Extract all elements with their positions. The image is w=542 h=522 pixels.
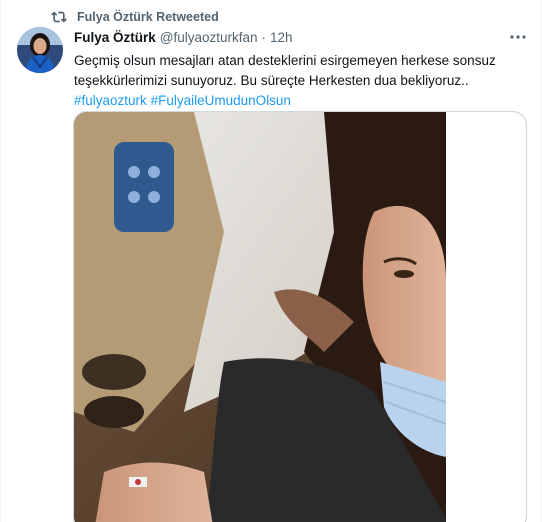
author-name[interactable]: Fulya Öztürk <box>74 30 156 45</box>
hashtag-link[interactable]: #FulyaileUmudunOlsun <box>151 93 291 108</box>
retweet-indicator: Fulya Öztürk Retweeted <box>51 9 219 25</box>
hashtag-list: #fulyaozturk #FulyaileUmudunOlsun <box>74 91 524 111</box>
retweet-icon <box>51 9 67 25</box>
tweet-header: Fulya Öztürk @fulyaozturkfan · 12h <box>74 27 293 47</box>
retweet-label[interactable]: Fulya Öztürk Retweeted <box>77 10 219 24</box>
tweet-card[interactable]: Fulya Öztürk Retweeted Fulya Öztürk @ful… <box>0 0 542 522</box>
tweet-text: Geçmiş olsun mesajları atan desteklerini… <box>74 51 524 111</box>
hashtag-link[interactable]: #fulyaozturk <box>74 93 147 108</box>
more-icon[interactable] <box>507 28 529 46</box>
author-handle[interactable]: @fulyaozturkfan <box>160 30 258 45</box>
tweet-text-line: teşekkürlerimizi sunuyoruz. Bu süreçte H… <box>74 73 469 88</box>
tweet-text-line: Geçmiş olsun mesajları atan desteklerini… <box>74 53 496 68</box>
avatar[interactable] <box>17 27 63 73</box>
tweet-photo[interactable] <box>73 111 527 522</box>
tweet-timestamp[interactable]: 12h <box>270 30 293 45</box>
header-separator: · <box>261 29 267 45</box>
